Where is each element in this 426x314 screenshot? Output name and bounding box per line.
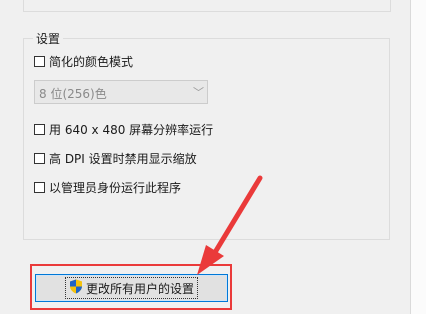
chevron-down-icon: ﹀ xyxy=(193,86,204,99)
settings-group-title: 设置 xyxy=(33,30,64,47)
previous-group-box xyxy=(23,0,391,12)
reduced-color-checkbox[interactable] xyxy=(34,55,45,67)
high-dpi-option[interactable]: 高 DPI 设置时禁用显示缩放 xyxy=(34,150,197,166)
change-all-users-settings-button[interactable]: 更改所有用户的设置 xyxy=(35,274,228,302)
run-as-admin-option[interactable]: 以管理员身份运行此程序 xyxy=(34,179,181,195)
high-dpi-label: 高 DPI 设置时禁用显示缩放 xyxy=(49,151,197,166)
run-as-admin-label: 以管理员身份运行此程序 xyxy=(49,180,182,195)
run-as-admin-checkbox[interactable] xyxy=(34,181,45,193)
low-resolution-option[interactable]: 用 640 x 480 屏幕分辨率运行 xyxy=(34,121,213,137)
high-dpi-checkbox[interactable] xyxy=(34,152,45,164)
low-resolution-label: 用 640 x 480 屏幕分辨率运行 xyxy=(49,122,214,137)
reduced-color-mode-option[interactable]: 简化的颜色模式 xyxy=(34,53,133,69)
window-edge xyxy=(410,0,426,314)
change-all-users-label: 更改所有用户的设置 xyxy=(85,281,194,296)
shield-icon xyxy=(69,279,83,297)
color-depth-select[interactable]: 8 位(256)色 ﹀ xyxy=(34,80,208,104)
reduced-color-label: 简化的颜色模式 xyxy=(49,54,134,69)
low-resolution-checkbox[interactable] xyxy=(34,123,45,135)
color-depth-value: 8 位(256)色 xyxy=(39,87,107,101)
button-focus-area: 更改所有用户的设置 xyxy=(64,277,199,299)
